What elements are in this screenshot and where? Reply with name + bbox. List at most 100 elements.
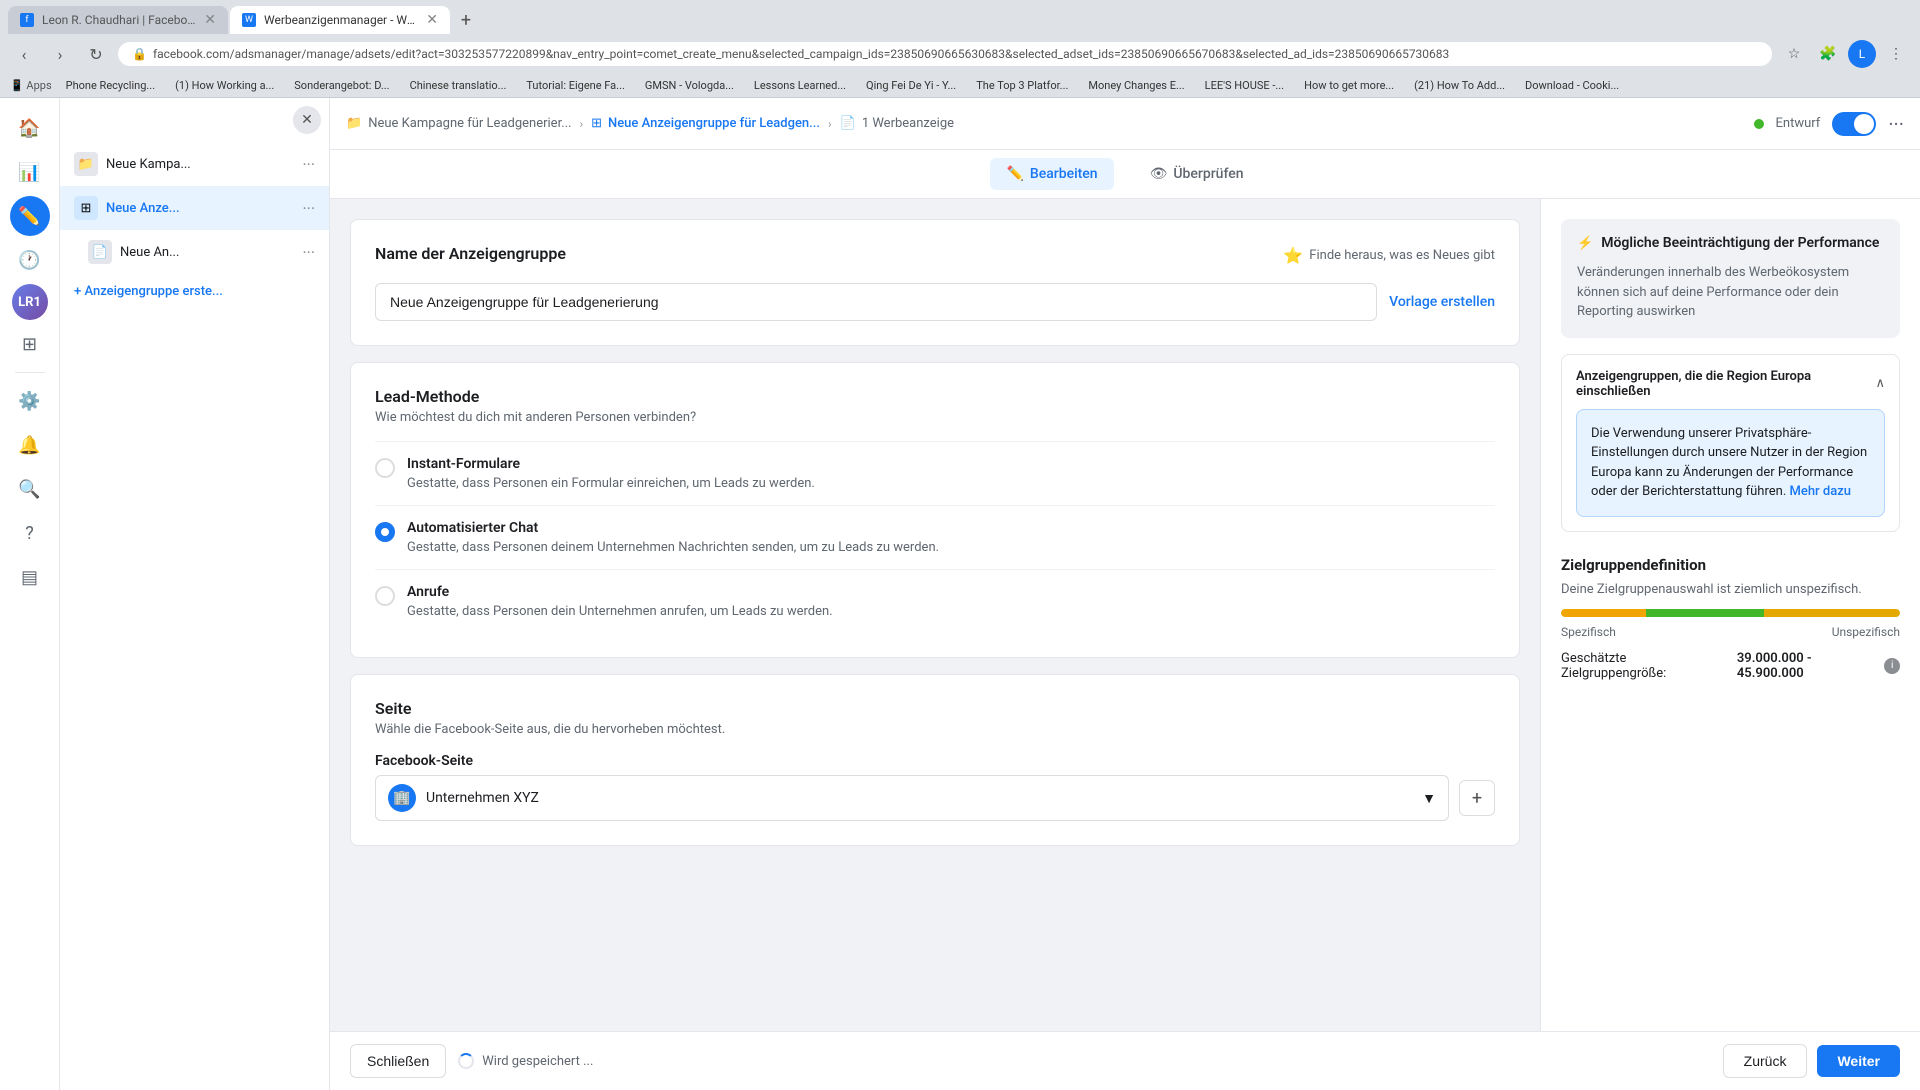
next-button[interactable]: Weiter [1817, 1045, 1900, 1077]
tab-uberprufen[interactable]: 👁 Überprüfen [1134, 158, 1260, 190]
grid-button[interactable]: ⊞ [10, 324, 50, 364]
refresh-button[interactable]: ↻ [82, 40, 110, 68]
sidebar-divider [15, 372, 45, 373]
bookmark-lessons[interactable]: Lessons Learned... [748, 77, 852, 94]
panel-close-button[interactable]: ✕ [293, 106, 321, 134]
bookmark-phone[interactable]: Phone Recycling... [60, 77, 161, 94]
tab-1-title: Leon R. Chaudhari | Facebook [42, 13, 196, 27]
close-button[interactable]: Schließen [350, 1044, 446, 1078]
ad-group-name-title: Name der Anzeigengruppe [375, 244, 566, 263]
edit-tabs: ✏️ Bearbeiten 👁 Überprüfen [330, 150, 1920, 199]
home-button[interactable]: 🏠 [10, 108, 50, 148]
template-link[interactable]: Vorlage erstellen [1389, 294, 1495, 310]
breadcrumb-adgroup-label: Neue Anzeigengruppe für Leadgen... [608, 116, 820, 131]
bookmark-money[interactable]: Money Changes E... [1082, 77, 1190, 94]
bottom-left: Schließen Wird gespeichert ... [350, 1044, 593, 1078]
campaign-item-1[interactable]: 📁 Neue Kampa... ··· [60, 142, 329, 186]
new-tab-button[interactable]: + [452, 6, 480, 34]
extensions-btn[interactable]: 🧩 [1814, 40, 1842, 68]
edit-pencil-icon: ✏️ [1006, 166, 1023, 182]
uberprufen-label: Überprüfen [1173, 166, 1243, 182]
mehr-dazu-link[interactable]: Mehr dazu [1789, 484, 1850, 499]
info-icon[interactable]: i [1884, 658, 1900, 674]
tab-2[interactable]: W Werbeanzigenmanager - Wer... ✕ [230, 6, 450, 34]
radio-chat-circle[interactable] [375, 522, 395, 542]
bookmark-qing[interactable]: Qing Fei De Yi - Y... [860, 77, 962, 94]
status-dot [1754, 119, 1764, 129]
campaign-item-3[interactable]: 📄 Neue An... ··· [60, 230, 329, 274]
performance-text: Veränderungen innerhalb des Werbeökosyst… [1577, 263, 1884, 322]
bookmark-gmsn[interactable]: GMSN - Vologda... [639, 77, 740, 94]
bookmark-chinese[interactable]: Chinese translatio... [404, 77, 513, 94]
tab-1-favicon: f [20, 13, 34, 27]
bookmark-download[interactable]: Download - Cooki... [1519, 77, 1625, 94]
collapse-icon[interactable]: ∧ [1875, 376, 1885, 391]
avatar[interactable]: LR 1 [12, 284, 48, 320]
discover-new-button[interactable]: ⭐ Finde heraus, was es Neues gibt [1283, 246, 1495, 265]
bookmark-working[interactable]: (1) How Working a... [169, 77, 280, 94]
radio-chat-content: Automatisierter Chat Gestatte, dass Pers… [407, 520, 939, 555]
secure-icon: 🔒 [132, 47, 147, 61]
campaign-more-2[interactable]: ··· [302, 199, 315, 218]
settings-button[interactable]: ⚙️ [10, 381, 50, 421]
bookmark-top3[interactable]: The Top 3 Platfor... [970, 77, 1074, 94]
bookmark-tutorial[interactable]: Tutorial: Eigene Fa... [520, 77, 631, 94]
bookmark-lee[interactable]: LEE'S HOUSE -... [1199, 77, 1290, 94]
radio-instant-circle[interactable] [375, 458, 395, 478]
breadcrumb-folder-icon: 📁 [346, 116, 362, 131]
bookmark-sonder[interactable]: Sonderangebot: D... [288, 77, 395, 94]
apps-bookmark[interactable]: 📱 Apps [10, 79, 52, 92]
forward-button[interactable]: › [46, 40, 74, 68]
bookmark-21[interactable]: (21) How To Add... [1408, 77, 1511, 94]
page-select-icon: 🏢 [388, 784, 416, 812]
tab-1-close[interactable]: ✕ [204, 12, 216, 28]
toggle-switch[interactable] [1832, 112, 1876, 136]
back-button[interactable]: ‹ [10, 40, 38, 68]
lead-method-title: Lead-Methode [375, 387, 1495, 406]
help-button[interactable]: ? [10, 513, 50, 553]
breadcrumb-campaign[interactable]: 📁 Neue Kampagne für Leadgenerier... [346, 116, 571, 131]
page-select-dropdown[interactable]: 🏢 Unternehmen XYZ ▼ [375, 775, 1449, 821]
estimated-size: Geschätzte Zielgruppengröße: 39.000.000 … [1561, 651, 1900, 681]
radio-instant: Instant-Formulare Gestatte, dass Persone… [375, 441, 1495, 505]
bookmark-more[interactable]: How to get more... [1298, 77, 1400, 94]
breadcrumb-sep-1: › [579, 117, 583, 131]
chart-button[interactable]: 📊 [10, 152, 50, 192]
audience-definition-card: Zielgruppendefinition Deine Zielgruppena… [1561, 548, 1900, 681]
tab-bearbeiten[interactable]: ✏️ Bearbeiten [990, 158, 1113, 190]
breadcrumb-doc-icon: 📄 [840, 116, 856, 131]
seite-subtitle: Wähle die Facebook-Seite aus, die du her… [375, 722, 1495, 737]
seite-title: Seite [375, 699, 1495, 718]
back-button-bottom[interactable]: Zurück [1723, 1044, 1808, 1078]
chevron-down-icon: ▼ [1422, 790, 1436, 807]
radio-calls-content: Anrufe Gestatte, dass Personen dein Unte… [407, 584, 833, 619]
bell-button[interactable]: 🔔 [10, 425, 50, 465]
est-size-label: Geschätzte Zielgruppengröße: [1561, 651, 1731, 681]
campaign-more-1[interactable]: ··· [302, 155, 315, 174]
lead-method-card: Lead-Methode Wie möchtest du dich mit an… [350, 362, 1520, 658]
table-button[interactable]: ▤ [10, 557, 50, 597]
tab-1[interactable]: f Leon R. Chaudhari | Facebook ✕ [8, 6, 228, 34]
edit-pencil-button[interactable]: ✏️ [10, 196, 50, 236]
browser-actions: ☆ 🧩 L ⋮ [1780, 40, 1910, 68]
add-group-button[interactable]: + Anzeigengruppe erste... [60, 274, 329, 309]
tab-2-close[interactable]: ✕ [426, 12, 438, 28]
more-options-button[interactable]: ··· [1888, 112, 1904, 136]
search-button[interactable]: 🔍 [10, 469, 50, 509]
profile-btn[interactable]: L [1848, 40, 1876, 68]
bookmark-star[interactable]: ☆ [1780, 40, 1808, 68]
breadcrumb-adgroup[interactable]: ⊞ Neue Anzeigengruppe für Leadgen... [591, 116, 820, 131]
ad-group-name-input[interactable] [375, 283, 1377, 321]
campaign-more-3[interactable]: ··· [302, 243, 315, 262]
menu-btn[interactable]: ⋮ [1882, 40, 1910, 68]
url-display: facebook.com/adsmanager/manage/adsets/ed… [153, 47, 1449, 61]
address-bar[interactable]: 🔒 facebook.com/adsmanager/manage/adsets/… [118, 42, 1772, 66]
clock-button[interactable]: 🕐 [10, 240, 50, 280]
radio-instant-content: Instant-Formulare Gestatte, dass Persone… [407, 456, 815, 491]
breadcrumb-ad[interactable]: 📄 1 Werbeanzeige [840, 116, 954, 131]
specific-label: Spezifisch [1561, 625, 1616, 639]
name-input-row: Vorlage erstellen [375, 283, 1495, 321]
add-page-button[interactable]: + [1459, 780, 1495, 816]
radio-calls-circle[interactable] [375, 586, 395, 606]
campaign-item-2[interactable]: ⊞ Neue Anze... ··· [60, 186, 329, 230]
